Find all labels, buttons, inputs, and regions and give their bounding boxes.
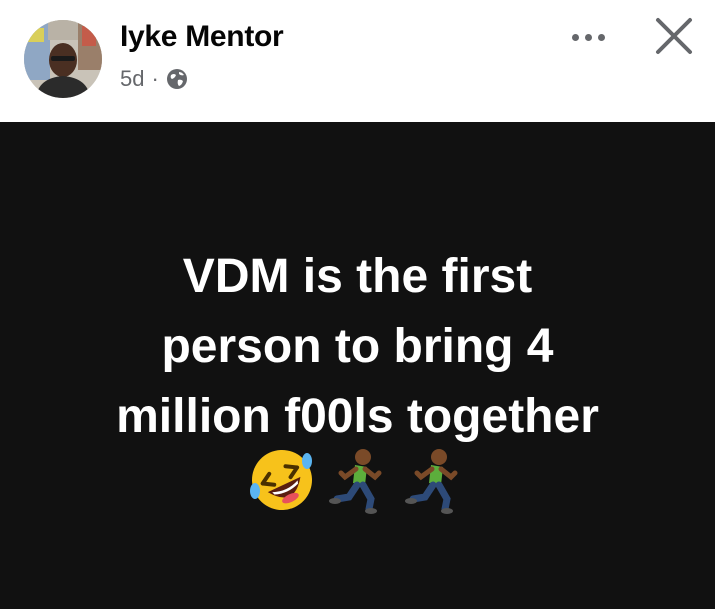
running-man-emoji xyxy=(323,445,393,515)
meta-separator: · xyxy=(151,66,159,91)
post-text: VDM is the first person to bring 4 milli… xyxy=(40,242,675,452)
post-header: Iyke Mentor 5d · xyxy=(0,0,715,122)
post-timestamp[interactable]: 5d xyxy=(120,66,144,92)
emoji-row xyxy=(0,442,715,518)
author-avatar[interactable] xyxy=(24,20,102,98)
more-options-icon xyxy=(571,33,579,41)
post-meta: 5d · xyxy=(120,64,188,94)
globe-icon xyxy=(166,68,188,90)
running-man-emoji xyxy=(399,445,469,515)
post-text-line: person to bring 4 xyxy=(161,320,554,373)
more-options-icon-dot xyxy=(584,33,592,41)
close-icon xyxy=(656,18,692,54)
avatar-image xyxy=(24,20,102,98)
rolling-on-floor-laughing-emoji xyxy=(247,445,317,515)
close-button[interactable] xyxy=(648,10,700,62)
post-media[interactable]: VDM is the first person to bring 4 milli… xyxy=(0,122,715,609)
author-name[interactable]: Iyke Mentor xyxy=(120,20,284,54)
more-options-icon-dot xyxy=(597,33,605,41)
more-options-button[interactable] xyxy=(562,22,614,52)
post-text-line: VDM is the first xyxy=(182,250,533,303)
